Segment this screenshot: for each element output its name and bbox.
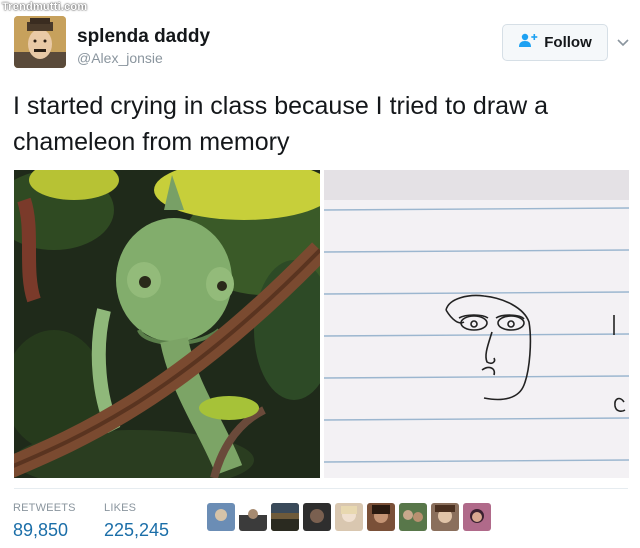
retweets-stat[interactable]: RETWEETS 89,850 <box>13 502 76 541</box>
user-handle[interactable]: @Alex_jonsie <box>77 50 163 66</box>
likes-label: LIKES <box>104 502 137 514</box>
liker-avatar[interactable] <box>335 503 363 531</box>
liker-avatars <box>207 503 491 531</box>
liker-avatar[interactable] <box>271 503 299 531</box>
liker-avatar[interactable] <box>431 503 459 531</box>
likes-count: 225,245 <box>104 520 170 540</box>
chameleon-photo[interactable] <box>14 170 320 478</box>
retweets-label: RETWEETS <box>13 502 76 514</box>
watermark: Trendmutti.com <box>2 1 88 13</box>
liker-avatar[interactable] <box>463 503 491 531</box>
liker-avatar[interactable] <box>303 503 331 531</box>
avatar[interactable] <box>14 16 66 68</box>
chevron-down-icon[interactable] <box>617 34 629 52</box>
follow-button-label: Follow <box>544 34 592 51</box>
retweets-count: 89,850 <box>13 520 69 540</box>
chameleon-drawing-photo[interactable] <box>324 170 629 478</box>
add-user-icon <box>518 32 538 53</box>
liker-avatar[interactable] <box>399 503 427 531</box>
liker-avatar[interactable] <box>239 503 267 531</box>
follow-button[interactable]: Follow <box>502 24 608 61</box>
liker-avatar[interactable] <box>367 503 395 531</box>
display-name[interactable]: splenda daddy <box>77 26 210 48</box>
likes-stat[interactable]: LIKES 225,245 <box>104 502 169 541</box>
liker-avatar[interactable] <box>207 503 235 531</box>
tweet-text: I started crying in class because I trie… <box>13 92 548 156</box>
divider <box>14 488 628 489</box>
